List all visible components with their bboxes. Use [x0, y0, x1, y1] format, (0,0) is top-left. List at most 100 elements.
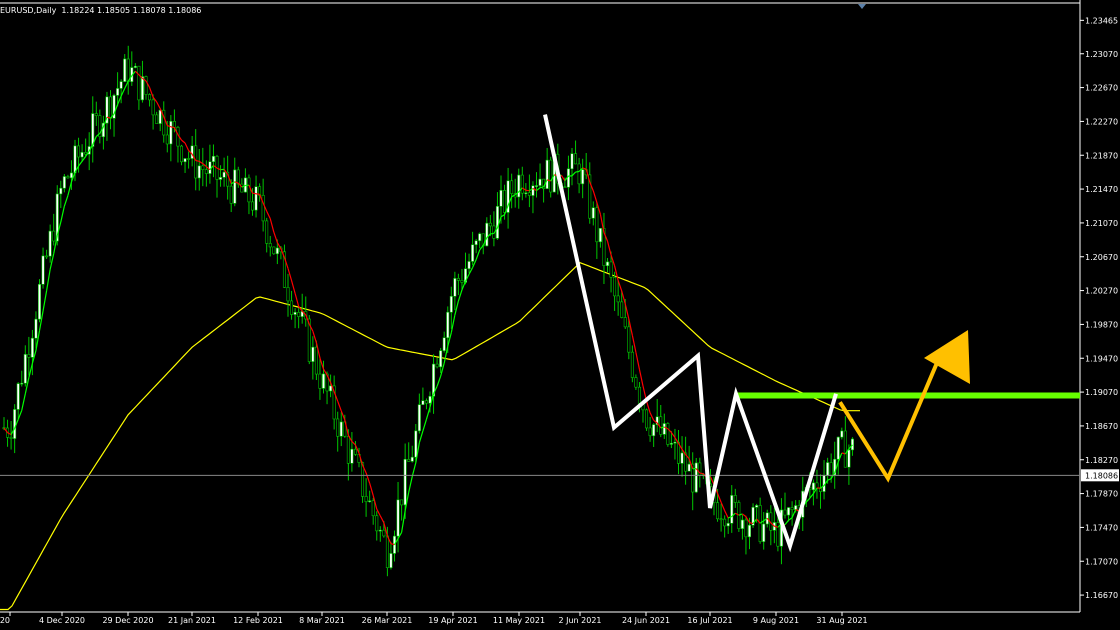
price-tick-label: 1.23070	[1085, 50, 1118, 59]
chart-background	[0, 0, 1120, 630]
date-tick-label: 31 Aug 2021	[816, 616, 867, 625]
candle-body	[194, 145, 198, 179]
candle-body	[574, 153, 578, 165]
date-tick-label: 26 Mar 2021	[362, 616, 413, 625]
price-chart[interactable]: 1.18086 1.23465 1.23070 1.22670 1.22270 1.21…	[0, 0, 1120, 630]
candle-body	[726, 523, 730, 527]
candle-body	[254, 186, 258, 211]
candle-body	[673, 441, 677, 444]
candle-body	[847, 449, 851, 468]
price-tick-label: 1.23465	[1085, 16, 1118, 25]
candle-body	[59, 187, 63, 195]
current-price-label: 1.18086	[1085, 471, 1118, 480]
candle-body	[417, 404, 421, 432]
price-tick-label: 1.17070	[1085, 557, 1118, 566]
candle-body	[84, 152, 88, 155]
date-tick-label: 19 Apr 2021	[428, 616, 477, 625]
candle-body	[148, 94, 152, 101]
candle-body	[311, 346, 315, 362]
candle-body	[811, 482, 815, 491]
candle-body	[524, 192, 528, 195]
candle-body	[169, 121, 173, 145]
candle-body	[293, 312, 297, 315]
candle-body	[449, 296, 453, 313]
candle-body	[126, 58, 130, 82]
candle-body	[155, 114, 159, 124]
candle-body	[570, 153, 574, 170]
candle-body	[407, 459, 411, 462]
candle-body	[758, 505, 762, 542]
candle-body	[247, 177, 251, 203]
price-tick-label: 1.20270	[1085, 287, 1118, 296]
candle-body	[119, 81, 123, 89]
date-tick-label: 8 Mar 2021	[299, 616, 345, 625]
candle-body	[520, 174, 524, 194]
candle-body	[666, 423, 670, 445]
candle-body	[687, 463, 691, 472]
candle-body	[16, 383, 20, 410]
candle-body	[836, 436, 840, 460]
price-tick-label: 1.18270	[1085, 456, 1118, 465]
candle-body	[818, 488, 822, 492]
candle-body	[662, 423, 666, 435]
candle-body	[314, 346, 318, 375]
candle-body	[140, 76, 144, 101]
candle-body	[517, 174, 521, 198]
candle-body	[648, 427, 652, 437]
fast-ma-segment	[252, 192, 257, 195]
candle-body	[694, 462, 698, 493]
candle-body	[23, 354, 27, 384]
candle-body	[534, 185, 538, 187]
candle-body	[577, 163, 581, 185]
candle-body	[740, 519, 744, 529]
candle-body	[652, 424, 656, 437]
candle-body	[755, 505, 759, 508]
candle-body	[286, 287, 290, 302]
candle-body	[634, 377, 638, 388]
candle-body	[116, 88, 120, 96]
candle-body	[13, 409, 17, 439]
candle-body	[826, 462, 830, 476]
candle-body	[446, 311, 450, 339]
fast-ma-segment	[539, 186, 544, 189]
candle-body	[219, 177, 223, 180]
candle-body	[318, 373, 322, 389]
candle-body	[208, 161, 212, 174]
candle-body	[527, 192, 531, 196]
candle-body	[48, 230, 52, 257]
candle-body	[783, 509, 787, 516]
date-tick-label: 16 Jul 2021	[687, 616, 732, 625]
candle-body	[616, 295, 620, 303]
candle-body	[204, 169, 208, 174]
candle-body	[229, 185, 233, 204]
candle-body	[680, 452, 684, 464]
candle-body	[485, 222, 489, 247]
price-tick-label: 1.21070	[1085, 219, 1118, 228]
date-tick-label: 4 Dec 2020	[39, 616, 85, 625]
candle-body	[400, 499, 404, 506]
candle-body	[396, 499, 400, 537]
price-tick-label: 1.19070	[1085, 388, 1118, 397]
candle-body	[353, 448, 357, 455]
candle-body	[201, 165, 205, 170]
candle-body	[382, 529, 386, 537]
candle-body	[762, 523, 766, 542]
candle-body	[659, 416, 663, 435]
price-tick-label: 1.17470	[1085, 523, 1118, 532]
candle-body	[595, 207, 599, 243]
candle-body	[180, 145, 184, 163]
candle-body	[37, 284, 41, 320]
candle-body	[424, 400, 428, 404]
candle-body	[737, 502, 741, 529]
candle-body	[637, 386, 641, 404]
candle-body	[183, 158, 187, 163]
candle-body	[268, 243, 272, 248]
candle-body	[187, 158, 191, 160]
candle-body	[790, 507, 794, 510]
candle-body	[52, 230, 56, 242]
date-tick-label: 2 Jun 2021	[558, 616, 601, 625]
candle-body	[158, 109, 162, 124]
candle-body	[787, 507, 791, 516]
candle-body	[719, 518, 723, 521]
candle-body	[744, 519, 748, 538]
